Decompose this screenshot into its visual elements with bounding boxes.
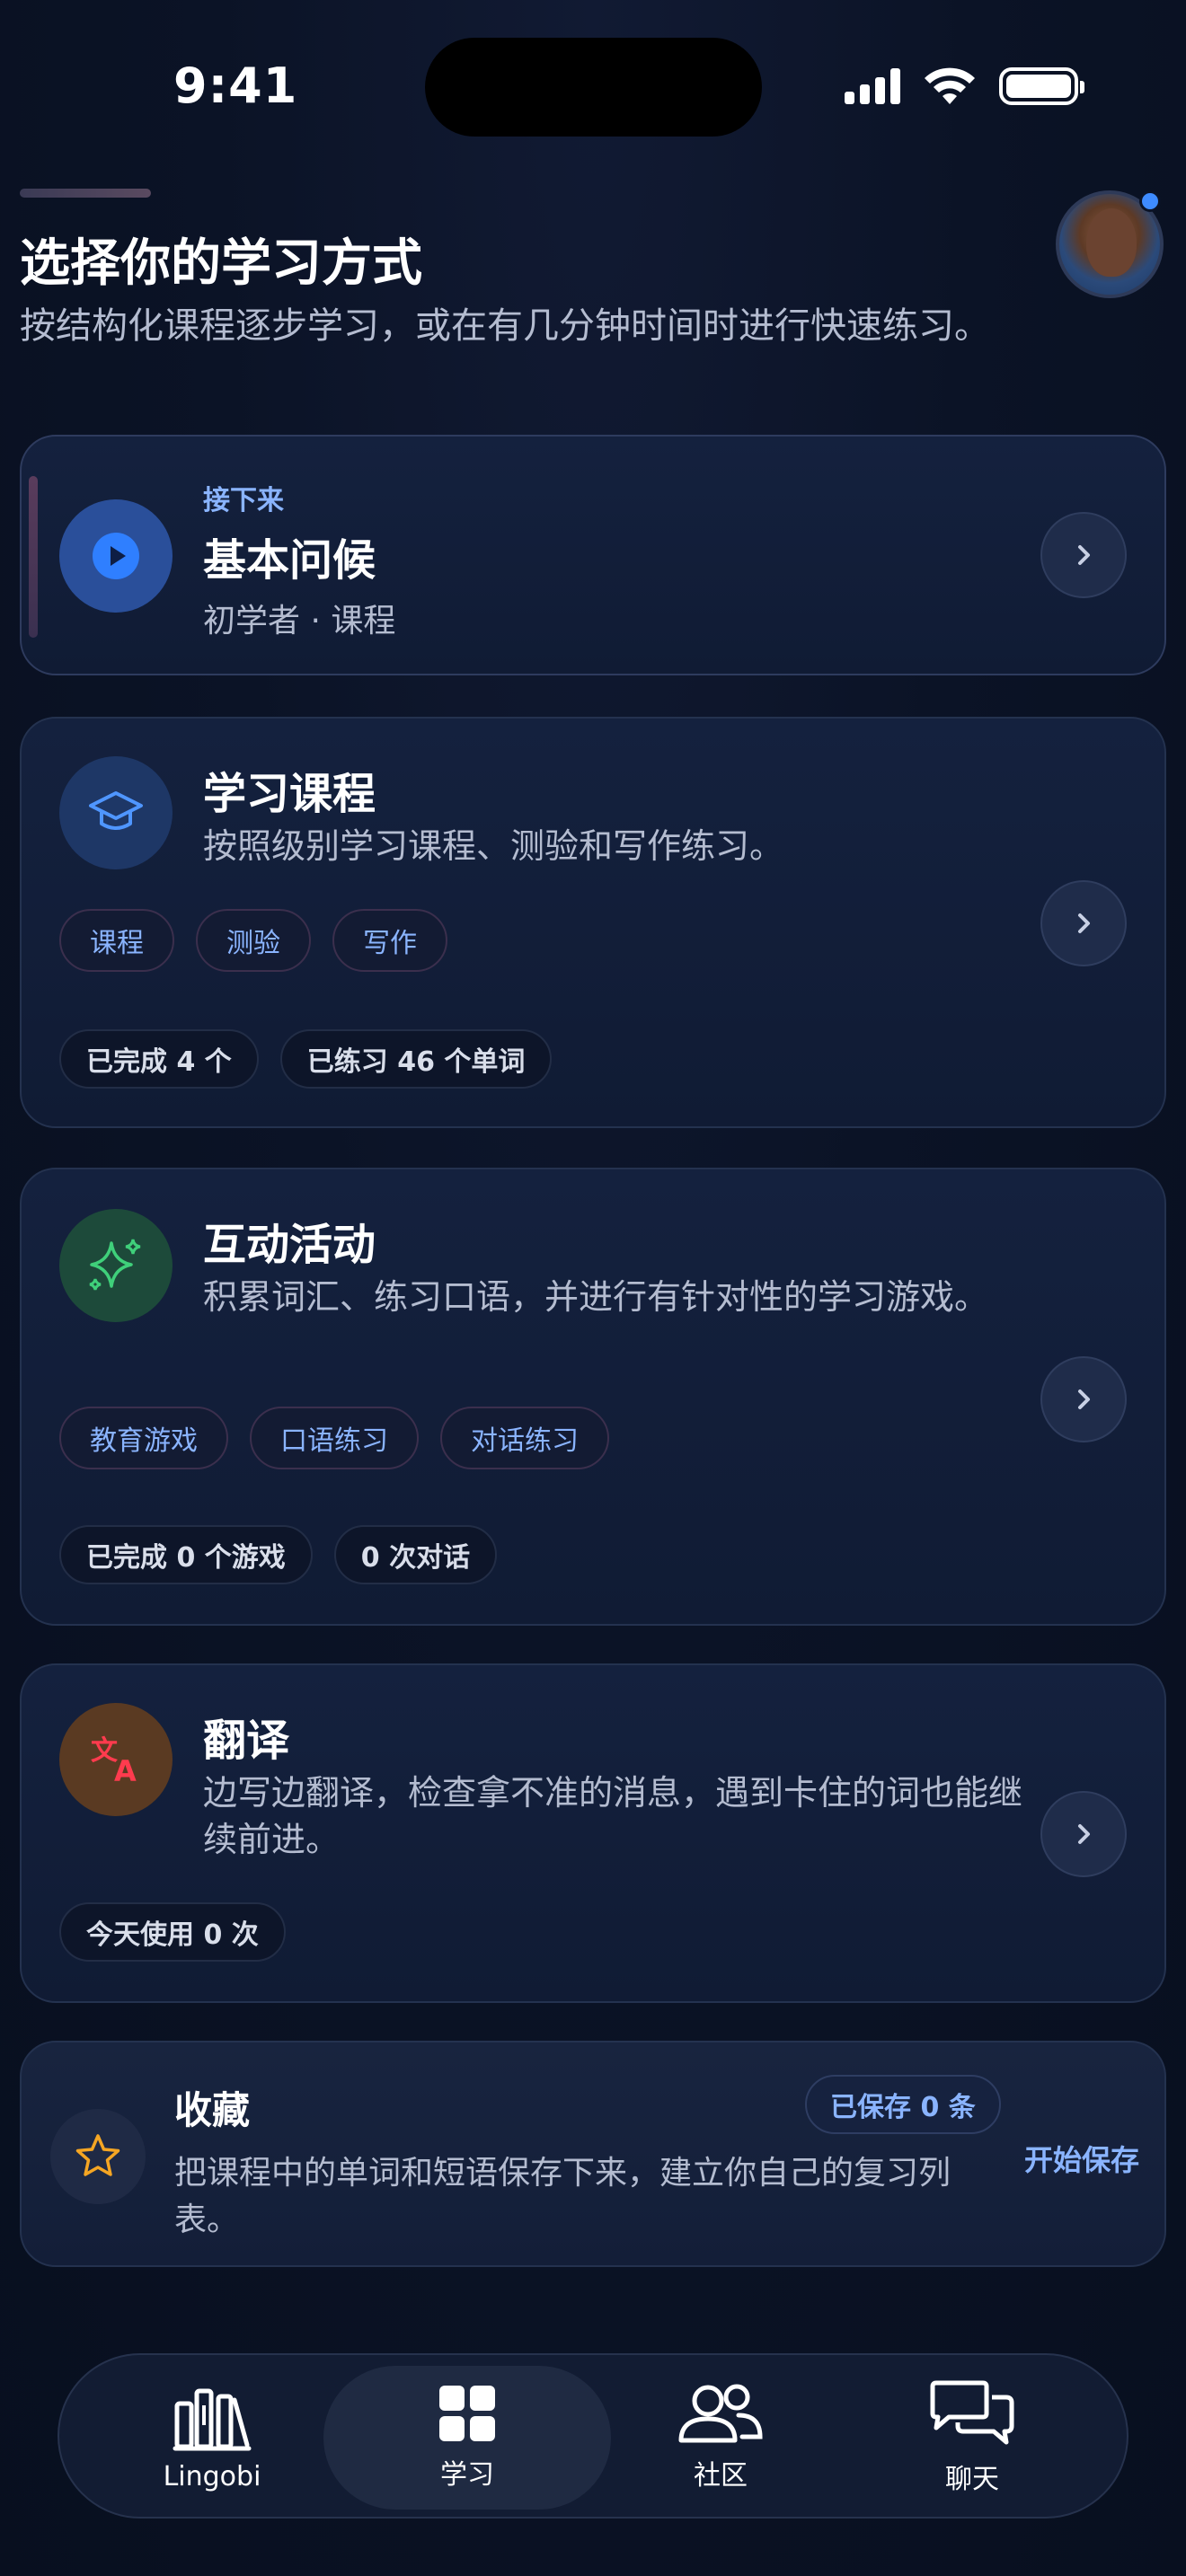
activities-tags: 教育游戏 口语练习 对话练习 xyxy=(59,1407,609,1469)
play-icon xyxy=(93,533,139,579)
translate-title: 翻译 xyxy=(203,1716,290,1766)
nav-item-learn[interactable]: 学习 xyxy=(323,2366,611,2510)
favorites-title: 收藏 xyxy=(174,2088,251,2132)
translate-icon: 文 A xyxy=(91,1735,137,1786)
translate-stat: 今天使用 0 次 xyxy=(59,1902,286,1962)
translate-description: 边写边翻译，检查拿不准的消息，遇到卡住的词也能继续前进。 xyxy=(203,1773,1023,1859)
favorites-card[interactable]: 收藏 已保存 0 条 把课程中的单词和短语保存下来，建立你自己的复习列表。 开始… xyxy=(20,2041,1166,2267)
cellular-signal-icon xyxy=(845,68,900,104)
courses-tag[interactable]: 课程 xyxy=(59,909,174,972)
battery-icon xyxy=(999,67,1084,105)
notification-dot xyxy=(1139,190,1161,212)
translate-card[interactable]: 文 A 翻译 边写边翻译，检查拿不准的消息，遇到卡住的词也能继续前进。 今天使用… xyxy=(20,1663,1166,2003)
header-accent-bar xyxy=(20,189,151,198)
svg-text:A: A xyxy=(114,1754,137,1786)
sparkles-icon xyxy=(89,1239,141,1291)
nav-label: 聊天 xyxy=(945,2464,999,2495)
activities-icon-wrap xyxy=(59,1209,173,1322)
dynamic-island xyxy=(425,38,762,137)
activities-tag[interactable]: 对话练习 xyxy=(440,1407,609,1469)
avatar-face xyxy=(1086,208,1137,277)
activities-title: 互动活动 xyxy=(203,1220,376,1270)
courses-card[interactable]: 学习课程 按照级别学习课程、测验和写作练习。 课程 测验 写作 已完成 4 个 … xyxy=(20,717,1166,1128)
courses-tag[interactable]: 写作 xyxy=(332,909,447,972)
activities-stat: 已完成 0 个游戏 xyxy=(59,1525,313,1584)
translate-chevron-button[interactable] xyxy=(1040,1791,1127,1877)
favorites-start-link[interactable]: 开始保存 xyxy=(1024,2138,1139,2179)
people-icon xyxy=(678,2384,763,2443)
activities-stat: 0 次对话 xyxy=(333,1525,498,1584)
courses-tags: 课程 测验 写作 xyxy=(59,909,447,972)
star-icon xyxy=(75,2134,120,2176)
favorites-description: 把课程中的单词和短语保存下来，建立你自己的复习列表。 xyxy=(174,2155,951,2238)
chevron-right-icon xyxy=(1078,545,1090,565)
nav-item-chat[interactable]: 聊天 xyxy=(837,2366,1107,2510)
nav-label: 学习 xyxy=(440,2459,494,2491)
activities-tag[interactable]: 教育游戏 xyxy=(59,1407,228,1469)
activities-tag[interactable]: 口语练习 xyxy=(250,1407,419,1469)
activities-stats: 已完成 0 个游戏 0 次对话 xyxy=(59,1525,498,1584)
activities-card[interactable]: 互动活动 积累词汇、练习口语，并进行有针对性的学习游戏。 教育游戏 口语练习 对… xyxy=(20,1168,1166,1626)
courses-title: 学习课程 xyxy=(203,769,376,819)
status-icons xyxy=(845,66,1084,106)
app-screen: 9:41 选择你的学习方式 按结构化课程逐步学习，或在有几分钟时间时进行快速练习… xyxy=(0,0,1186,2576)
courses-stat: 已完成 4 个 xyxy=(59,1029,259,1089)
favorites-badge: 已保存 0 条 xyxy=(805,2075,1001,2134)
chevron-right-icon xyxy=(1078,1389,1090,1409)
up-next-icon-wrap xyxy=(59,499,173,613)
library-icon xyxy=(173,2388,252,2450)
bottom-nav: Lingobi 学习 社区 聊天 xyxy=(58,2353,1128,2519)
courses-description: 按照级别学习课程、测验和写作练习。 xyxy=(203,826,784,866)
up-next-card[interactable]: 接下来 基本问候 初学者 · 课程 xyxy=(20,435,1166,675)
up-next-title: 基本问候 xyxy=(203,535,376,586)
nav-item-community[interactable]: 社区 xyxy=(586,2366,855,2510)
wifi-icon xyxy=(925,67,975,104)
up-next-chevron-button[interactable] xyxy=(1040,512,1127,598)
courses-stats: 已完成 4 个 已练习 46 个单词 xyxy=(59,1029,553,1089)
chat-icon xyxy=(930,2380,1014,2445)
favorites-icon-wrap xyxy=(50,2109,146,2204)
activities-description: 积累词汇、练习口语，并进行有针对性的学习游戏。 xyxy=(203,1277,989,1317)
grid-icon xyxy=(439,2386,495,2441)
up-next-eyebrow: 接下来 xyxy=(203,485,284,516)
translate-icon-wrap: 文 A xyxy=(59,1703,173,1816)
up-next-meta: 初学者 · 课程 xyxy=(203,603,396,640)
translate-stats: 今天使用 0 次 xyxy=(59,1902,286,1962)
nav-label: 社区 xyxy=(694,2460,748,2492)
activities-chevron-button[interactable] xyxy=(1040,1356,1127,1442)
courses-tag[interactable]: 测验 xyxy=(196,909,311,972)
status-time: 9:41 xyxy=(173,57,298,114)
nav-item-lingobi[interactable]: Lingobi xyxy=(77,2366,347,2510)
up-next-accent-bar xyxy=(29,476,38,638)
courses-stat: 已练习 46 个单词 xyxy=(279,1029,553,1089)
nav-label: Lingobi xyxy=(163,2460,261,2492)
page-title: 选择你的学习方式 xyxy=(20,234,422,293)
courses-chevron-button[interactable] xyxy=(1040,880,1127,966)
chevron-right-icon xyxy=(1078,913,1090,933)
graduation-cap-icon xyxy=(89,791,143,830)
courses-icon-wrap xyxy=(59,756,173,869)
page-subtitle: 按结构化课程逐步学习，或在有几分钟时间时进行快速练习。 xyxy=(20,305,990,347)
chevron-right-icon xyxy=(1078,1824,1090,1844)
